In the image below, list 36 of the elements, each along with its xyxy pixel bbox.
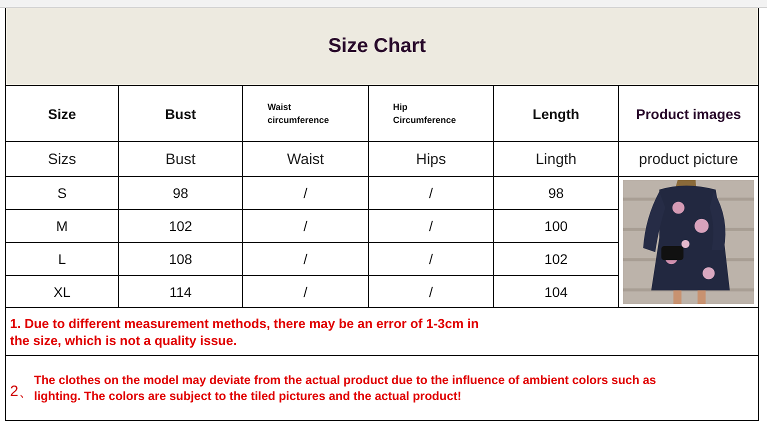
table-cell: M — [56, 218, 68, 234]
column-header: Product images — [636, 106, 742, 122]
table-cell: 102 — [168, 218, 192, 234]
table-cell: 114 — [169, 284, 192, 300]
table-cell: 98 — [172, 185, 188, 201]
column-header: Bust — [164, 106, 196, 122]
note-text: 1. Due to different measurement methods, there may be an error of 1-3cm in the size, which is not a quality issue. — [10, 314, 480, 350]
note-number: 2、 — [10, 382, 34, 400]
table-cell: XL — [53, 284, 71, 300]
column-label: product picture — [638, 150, 738, 168]
table-cell: / — [304, 218, 308, 234]
table-cell: S — [57, 185, 67, 201]
column-label: Sizs — [48, 150, 76, 168]
column-header: Length — [532, 106, 580, 122]
table-cell: / — [429, 251, 433, 267]
table-cell: / — [304, 284, 308, 300]
column-header: Waist circumference — [268, 100, 330, 126]
table-cell: 108 — [168, 251, 192, 267]
table-cell: 104 — [544, 284, 568, 300]
table-cell: / — [429, 218, 433, 234]
table-cell: 102 — [544, 251, 568, 267]
table-cell: / — [429, 284, 433, 300]
column-label: Waist — [287, 150, 324, 168]
note-text: The clothes on the model may deviate from the actual product due to the influence of ambient colors such as lighting. The colors are subject to the tiled pictures and the actual product! — [34, 372, 658, 404]
chart-title: Size Chart — [328, 35, 426, 58]
column-label: Bust — [165, 150, 196, 168]
column-header: Hip Circumference — [393, 100, 458, 126]
table-cell: 98 — [548, 185, 564, 201]
table-cell: 100 — [544, 218, 568, 234]
column-label: Lingth — [536, 150, 576, 168]
table-cell: / — [304, 185, 308, 201]
table-cell: L — [58, 251, 66, 267]
column-label: Hips — [416, 150, 446, 168]
table-cell: / — [304, 251, 308, 267]
column-header: Size — [48, 106, 76, 122]
table-cell: / — [429, 185, 433, 201]
